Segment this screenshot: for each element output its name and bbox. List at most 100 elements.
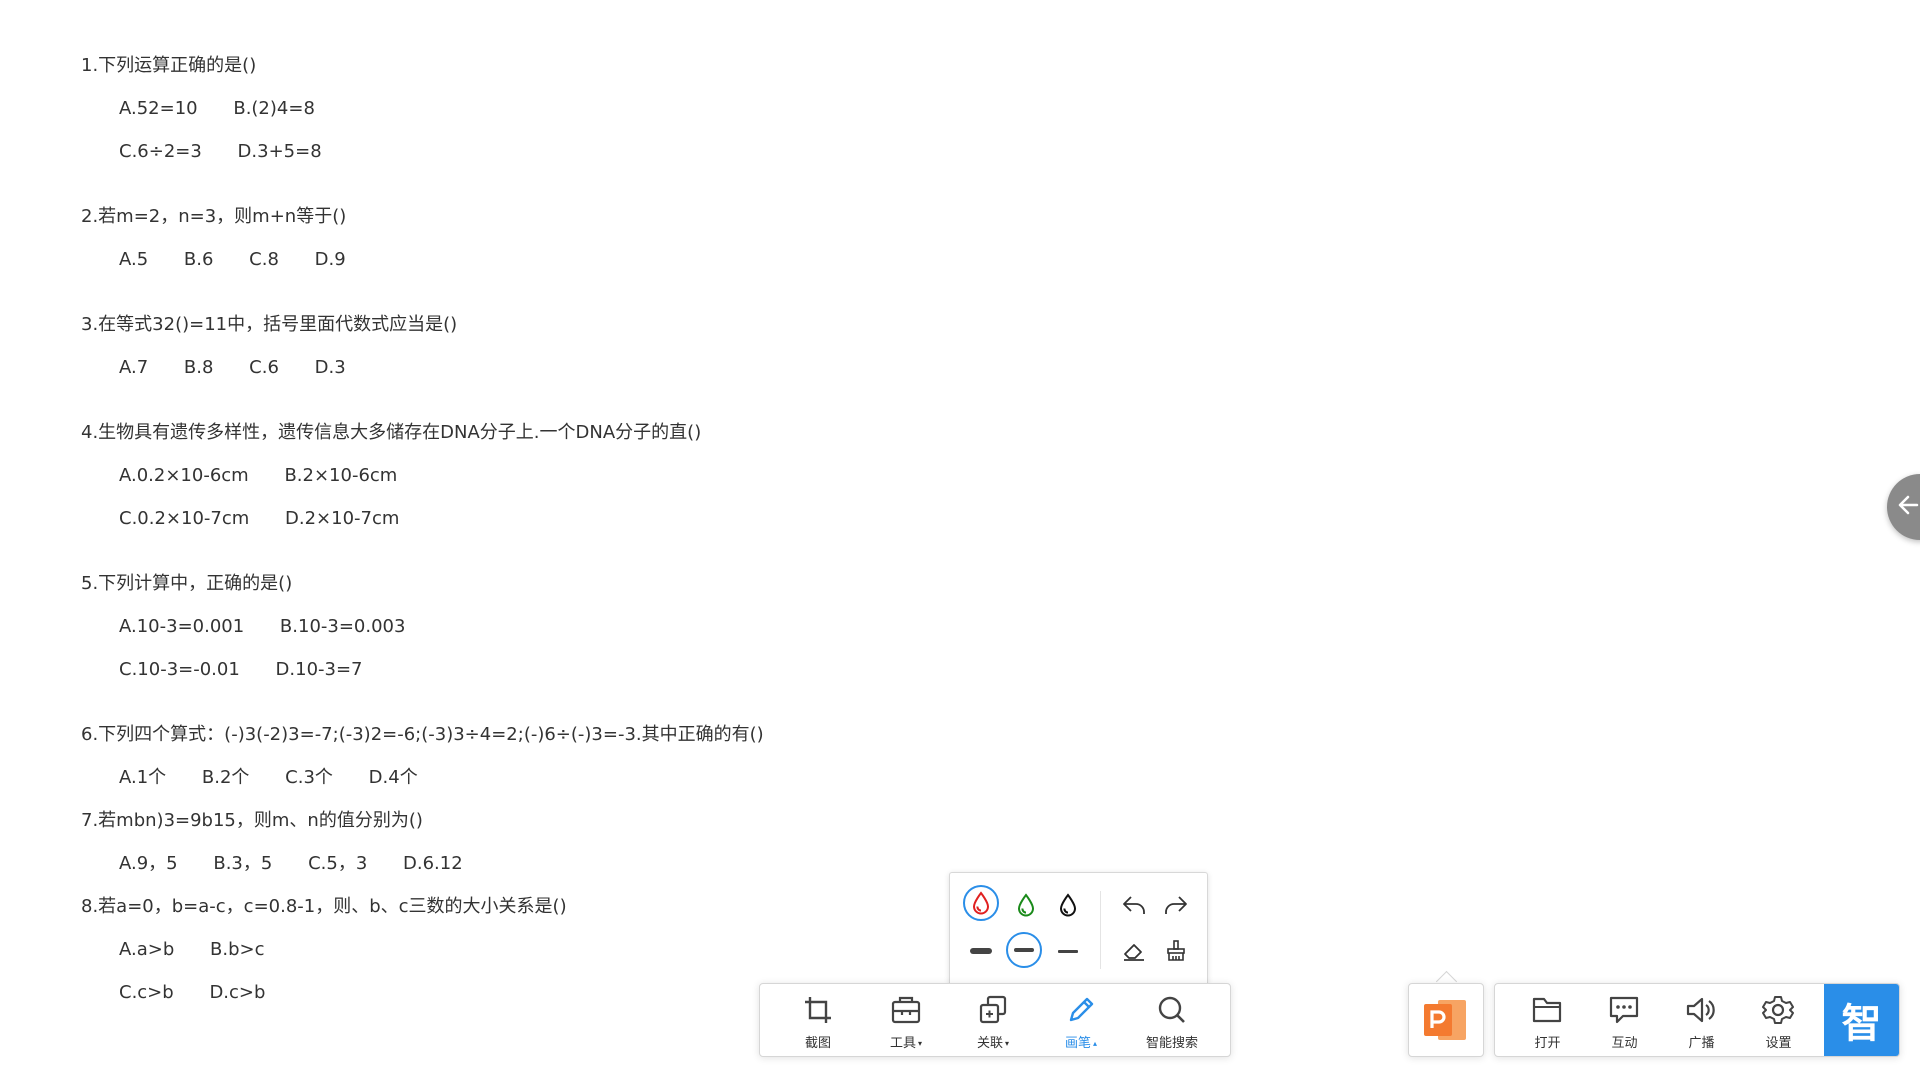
option: C.6÷2=3: [119, 141, 202, 162]
option: A.52=10: [119, 98, 198, 119]
eraser-button[interactable]: [1116, 933, 1152, 969]
toolbar-label: 智能搜索: [1145, 1036, 1198, 1051]
toolbar-label: 截图: [804, 1036, 831, 1051]
question-1: 1.下列运算正确的是(): [81, 55, 257, 76]
toolbar-label: 关联 ▾: [976, 1036, 1010, 1051]
open-button[interactable]: 打开: [1509, 984, 1586, 1056]
right-toolbar: 打开 互动 广播 设置 智: [1494, 983, 1900, 1057]
pen-color-black[interactable]: [1050, 887, 1086, 923]
search-icon: [1158, 996, 1185, 1023]
question-4-options-row-1: A.0.2×10-6cm B.2×10-6cm: [81, 454, 1381, 497]
pen-color-green[interactable]: [1008, 887, 1044, 923]
clear-brush-icon: [1167, 940, 1185, 961]
powerpoint-tab[interactable]: [1408, 983, 1484, 1057]
option: A.9，5: [119, 853, 178, 874]
ink-drop-green-icon: [1017, 893, 1035, 917]
option: B.b>c: [210, 939, 265, 960]
option: C.c>b: [119, 982, 174, 1003]
option: C.6: [249, 357, 279, 378]
question-document: 1.下列运算正确的是() A.52=10 B.(2)4=8 C.6÷2=3 D.…: [81, 44, 1381, 1014]
right-toolbar-label: 互动: [1611, 1036, 1638, 1051]
option: B.8: [183, 357, 214, 378]
settings-button[interactable]: 设置: [1740, 984, 1817, 1056]
link-menu-button[interactable]: 关联 ▾: [953, 984, 1033, 1056]
question-2-options-row-1: A.5 B.6 C.8 D.9: [81, 238, 1381, 281]
option: C.0.2×10-7cm: [119, 508, 250, 529]
right-toolbar-label: 打开: [1534, 1036, 1561, 1051]
gear-icon: [1762, 996, 1794, 1024]
link-pages-icon: [979, 995, 1007, 1024]
option: B.2×10-6cm: [284, 465, 398, 486]
question-5: 5.下列计算中，正确的是(): [81, 573, 293, 594]
question-3-options-row-1: A.7 B.8 C.6 D.3: [81, 346, 1381, 389]
pen-icon: [1069, 997, 1094, 1022]
option: D.4个: [368, 767, 418, 788]
broadcast-button[interactable]: 广播: [1663, 984, 1740, 1056]
question-5-options-row-2: C.10-3=-0.01 D.10-3=7: [81, 648, 1381, 691]
option: D.2×10-7cm: [285, 508, 400, 529]
option: C.5，3: [308, 853, 368, 874]
tools-menu-button[interactable]: 工具 ▾: [866, 984, 946, 1056]
interact-button[interactable]: 互动: [1586, 984, 1663, 1056]
eraser-icon: [1124, 944, 1144, 961]
pen-width-thick[interactable]: [963, 933, 999, 969]
option: A.10-3=0.001: [119, 616, 245, 637]
option: B.6: [183, 249, 214, 270]
right-toolbar-label: 设置: [1765, 1036, 1792, 1051]
smart-assistant-button[interactable]: 智: [1824, 984, 1899, 1056]
screenshot-button[interactable]: 截图: [778, 984, 858, 1056]
option: A.a>b: [119, 939, 175, 960]
clear-all-button[interactable]: [1158, 933, 1194, 969]
right-toolbar-label: 广播: [1688, 1036, 1715, 1051]
thick-line-icon: [970, 948, 992, 954]
speaker-icon: [1686, 997, 1715, 1023]
arrow-left-icon: [1898, 495, 1919, 515]
pen-width-medium[interactable]: [1006, 932, 1042, 968]
question-6: 6.下列四个算式：(-)3(-2)3=-7;(-3)2=-6;(-3)3÷4=2…: [81, 724, 764, 745]
option: D.3: [314, 357, 346, 378]
question-4: 4.生物具有遗传多样性，遗传信息大多储存在DNA分子上.一个DNA分子的直(): [81, 422, 702, 443]
option: B.10-3=0.003: [279, 616, 406, 637]
question-2: 2.若m=2，n=3，则m+n等于(): [81, 206, 347, 227]
crop-icon: [805, 997, 831, 1023]
question-6-options-row-1: A.1个 B.2个 C.3个 D.4个: [81, 756, 1381, 799]
medium-line-icon: [1014, 948, 1034, 952]
pen-options-popup: [949, 872, 1208, 986]
option: B.(2)4=8: [233, 98, 315, 119]
question-1-options-row-1: A.52=10 B.(2)4=8: [81, 87, 1381, 130]
option: C.10-3=-0.01: [119, 659, 240, 680]
option: C.8: [249, 249, 279, 270]
option: A.1个: [119, 767, 167, 788]
toolbar-label: 工具 ▾: [889, 1036, 923, 1051]
option: A.5: [119, 249, 149, 270]
question-4-options-row-2: C.0.2×10-7cm D.2×10-7cm: [81, 497, 1381, 540]
option: D.3+5=8: [237, 141, 322, 162]
option: D.9: [314, 249, 346, 270]
redo-icon: [1165, 896, 1187, 914]
chat-icon: [1609, 996, 1639, 1024]
divider: [1100, 891, 1101, 969]
toolbox-icon: [891, 996, 921, 1024]
question-7: 7.若mbn)3=9b15，则m、n的值分别为(): [81, 810, 423, 831]
option: C.3个: [285, 767, 333, 788]
side-panel-toggle-button[interactable]: [1887, 474, 1920, 540]
undo-icon: [1123, 896, 1145, 914]
question-5-options-row-1: A.10-3=0.001 B.10-3=0.003: [81, 605, 1381, 648]
option: A.0.2×10-6cm: [119, 465, 249, 486]
undo-button[interactable]: [1116, 887, 1152, 923]
option: B.3，5: [213, 853, 273, 874]
pen-menu-button[interactable]: 画笔 ▴: [1041, 984, 1121, 1056]
pen-color-red[interactable]: [963, 885, 999, 921]
smart-assistant-label: 智: [1841, 1001, 1882, 1047]
option: A.7: [119, 357, 149, 378]
powerpoint-icon: [1424, 1000, 1466, 1040]
smart-search-button[interactable]: 智能搜索: [1132, 984, 1212, 1056]
option: B.2个: [201, 767, 250, 788]
redo-button[interactable]: [1158, 887, 1194, 923]
pen-width-thin[interactable]: [1050, 933, 1086, 969]
bottom-toolbar: 截图 工具 ▾ 关联 ▾ 画笔 ▴ 智能搜索: [759, 983, 1231, 1057]
question-3: 3.在等式32()=11中，括号里面代数式应当是(): [81, 314, 458, 335]
toolbar-label: 画笔 ▴: [1064, 1036, 1098, 1051]
question-1-options-row-2: C.6÷2=3 D.3+5=8: [81, 130, 1381, 173]
thin-line-icon: [1058, 949, 1078, 953]
